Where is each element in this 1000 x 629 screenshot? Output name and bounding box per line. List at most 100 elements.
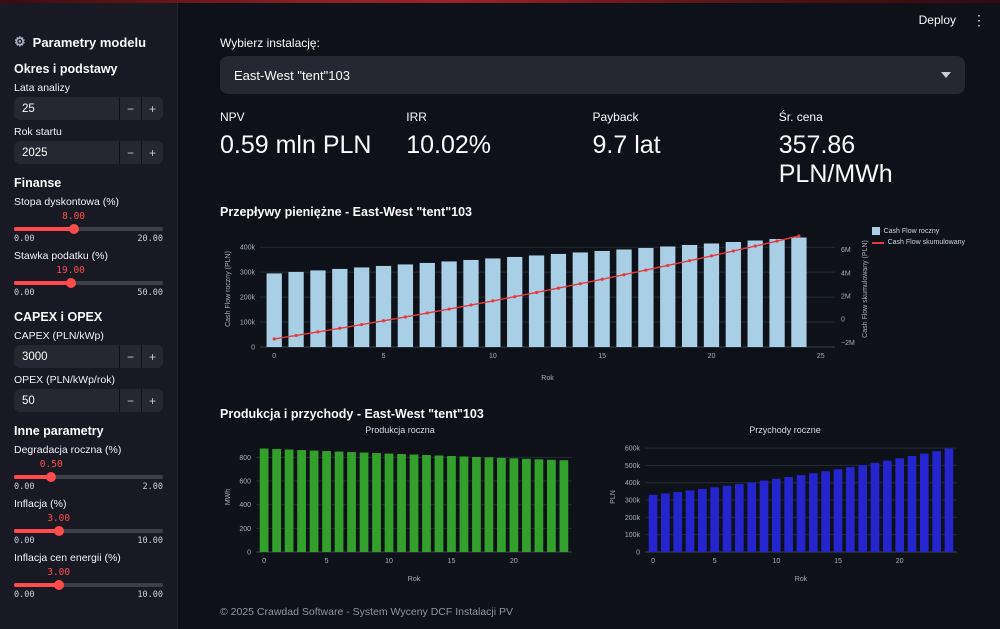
svg-text:600: 600 — [239, 479, 251, 486]
slider-track[interactable] — [14, 224, 163, 234]
section-heading-capex-opex: CAPEX i OPEX — [14, 310, 103, 324]
rok-startu-value[interactable]: 2025 — [14, 141, 119, 164]
slider-thumb[interactable] — [53, 580, 64, 590]
revenue-chart[interactable]: Przychody roczne 0 100k 200k 300k 400k 500k 60… — [605, 425, 965, 584]
inflacja-energii-label: Inflacja cen energii (%) — [14, 552, 121, 564]
capex-label: CAPEX (PLN/kWp) — [14, 330, 104, 342]
capex-increment-button[interactable]: + — [141, 345, 163, 368]
svg-text:600k: 600k — [625, 446, 641, 453]
line-series-swatch-icon — [871, 241, 884, 244]
capex-value[interactable]: 3000 — [14, 345, 119, 368]
lata-analizy-increment-button[interactable]: + — [141, 97, 163, 120]
lata-analizy-value[interactable]: 25 — [14, 97, 119, 120]
slider-range-labels: 0.00 20.00 — [14, 234, 163, 244]
footer-text: © 2025 Crawdad Software - System Wyceny … — [220, 606, 513, 618]
svg-text:5: 5 — [325, 558, 329, 565]
inflacja-slider[interactable]: 3.00 0.00 10.00 — [14, 513, 163, 546]
production-chart[interactable]: Produkcja roczna 0 200 400 600 800 0 5 10 15 20 Ro… — [220, 425, 580, 584]
svg-text:Rok: Rok — [795, 576, 808, 583]
cashflow-chart[interactable]: 0 100k 200k 300k 400k −2M 0 2M 4M 6M 0 5 10 15 20 25 Rok… — [220, 223, 965, 383]
lata-analizy-decrement-button[interactable]: − — [119, 97, 141, 120]
slider-max-label: 50.00 — [137, 288, 163, 298]
capex-input[interactable]: 3000 − + — [14, 345, 163, 368]
revenue-chart-canvas[interactable]: 0 100k 200k 300k 400k 500k 600k 0 5 10 15 20 Rok PLN — [605, 436, 965, 584]
cashflow-chart-heading: Przepływy pieniężne - East-West "tent"10… — [220, 205, 472, 219]
app-root: ⚙ Parametry modelu Okres i podstawy Lata… — [0, 0, 1000, 629]
slider-thumb[interactable] — [68, 224, 79, 234]
svg-text:2M: 2M — [841, 293, 851, 300]
stawka-podatku-slider[interactable]: 19.00 0.00 50.00 — [14, 265, 163, 298]
capex-decrement-button[interactable]: − — [119, 345, 141, 368]
rok-startu-input[interactable]: 2025 − + — [14, 141, 163, 164]
slider-current-value: 3.00 — [47, 567, 71, 578]
svg-text:0: 0 — [272, 353, 276, 360]
opex-label: OPEX (PLN/kWp/rok) — [14, 374, 115, 386]
legend-item-annual-cashflow[interactable]: Cash Flow roczny — [871, 227, 965, 235]
svg-text:300k: 300k — [625, 498, 641, 505]
slider-thumb[interactable] — [53, 526, 64, 536]
svg-text:200k: 200k — [625, 515, 641, 522]
svg-text:0: 0 — [251, 345, 255, 352]
slider-track[interactable] — [14, 472, 163, 482]
slider-max-label: 10.00 — [137, 536, 163, 546]
slider-range-labels: 0.00 50.00 — [14, 288, 163, 298]
cashflow-chart-canvas[interactable]: 0 100k 200k 300k 400k −2M 0 2M 4M 6M 0 5 10 15 20 25 Rok… — [220, 223, 965, 383]
slider-min-label: 0.00 — [14, 288, 35, 298]
sidebar-title-text: Parametry modelu — [32, 34, 147, 50]
metric-value: 9.7 lat — [592, 131, 661, 159]
slider-max-label: 10.00 — [137, 590, 163, 600]
slider-track[interactable] — [14, 278, 163, 288]
metric-label: IRR — [406, 110, 427, 124]
inflacja-energii-slider[interactable]: 3.00 0.00 10.00 — [14, 567, 163, 600]
lata-analizy-input[interactable]: 25 − + — [14, 97, 163, 120]
svg-text:25: 25 — [817, 353, 825, 360]
bar-series-swatch-icon — [871, 227, 880, 235]
opex-increment-button[interactable]: + — [141, 389, 163, 412]
svg-text:400: 400 — [239, 502, 251, 509]
slider-track[interactable] — [14, 526, 163, 536]
section-heading-finanse: Finanse — [14, 176, 62, 190]
svg-text:10: 10 — [489, 353, 497, 360]
svg-text:100k: 100k — [625, 532, 641, 539]
slider-current-value: 3.00 — [47, 513, 71, 524]
slider-range-labels: 0.00 10.00 — [14, 536, 163, 546]
metric-npv: NPV 0.59 mln PLN — [220, 110, 406, 189]
opex-value[interactable]: 50 — [14, 389, 119, 412]
metric-irr: IRR 10.02% — [406, 110, 592, 189]
production-chart-canvas[interactable]: 0 200 400 600 800 0 5 10 15 20 Rok MWh — [220, 436, 580, 584]
svg-text:500k: 500k — [625, 463, 641, 470]
slider-max-label: 20.00 — [137, 234, 163, 244]
svg-text:0: 0 — [651, 558, 655, 565]
svg-text:20: 20 — [896, 558, 904, 565]
stopa-dyskontowa-slider[interactable]: 8.00 0.00 20.00 — [14, 211, 163, 244]
rok-startu-increment-button[interactable]: + — [141, 141, 163, 164]
rok-startu-decrement-button[interactable]: − — [119, 141, 141, 164]
revenue-chart-title: Przychody roczne — [749, 425, 821, 435]
kebab-menu-icon[interactable]: ⋮ — [972, 13, 986, 27]
metric-value: 10.02% — [406, 131, 492, 159]
svg-text:300k: 300k — [240, 270, 256, 277]
metric-label: Śr. cena — [778, 110, 823, 124]
lata-analizy-label: Lata analizy — [14, 82, 71, 94]
installation-select[interactable]: East-West "tent"103 — [220, 56, 965, 94]
svg-text:Rok: Rok — [408, 576, 421, 583]
opex-decrement-button[interactable]: − — [119, 389, 141, 412]
legend-item-cumulative-cashflow[interactable]: Cash Flow skumulowany — [871, 239, 965, 246]
slider-track[interactable] — [14, 580, 163, 590]
main-area: Deploy ⋮ Wybierz instalację: East-West "… — [178, 0, 1000, 629]
degradacja-slider[interactable]: 0.50 0.00 2.00 — [14, 459, 163, 492]
metric-avg-price: Śr. cena 357.86 PLN/MWh — [779, 110, 965, 189]
degradacja-label: Degradacja roczna (%) — [14, 444, 122, 456]
opex-input[interactable]: 50 − + — [14, 389, 163, 412]
main-content: Wybierz instalację: East-West "tent"103 … — [178, 34, 1000, 618]
slider-current-value: 8.00 — [62, 211, 86, 222]
slider-range-labels: 0.00 10.00 — [14, 590, 163, 600]
slider-min-label: 0.00 — [14, 234, 35, 244]
svg-text:0: 0 — [262, 558, 266, 565]
slider-thumb[interactable] — [65, 278, 76, 288]
slider-thumb[interactable] — [46, 472, 57, 482]
svg-text:400k: 400k — [240, 245, 256, 252]
deploy-button[interactable]: Deploy — [919, 13, 956, 27]
metric-payback: Payback 9.7 lat — [593, 110, 779, 189]
gear-icon: ⚙ — [14, 34, 26, 49]
